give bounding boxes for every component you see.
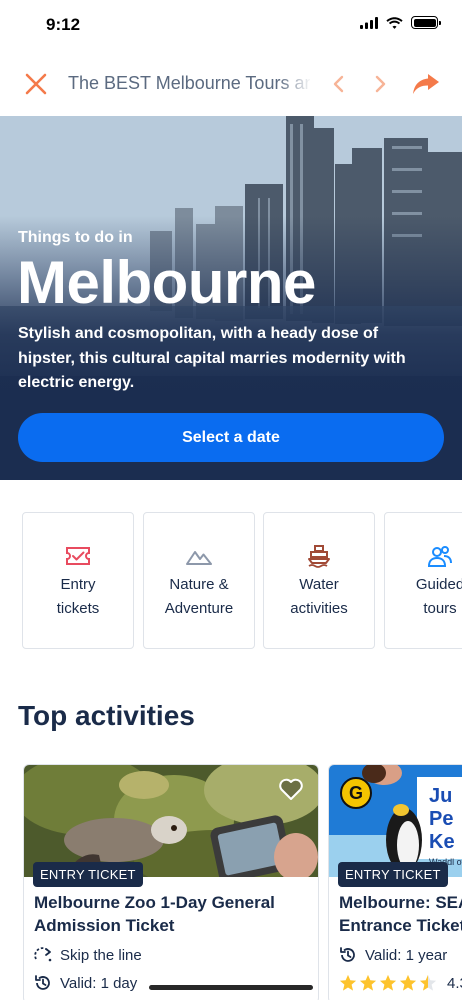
- feature-skip-line: Skip the line: [34, 944, 142, 966]
- category-label: Adventure: [164, 600, 234, 617]
- star-icon: [359, 974, 377, 991]
- hero-kicker: Things to do in: [18, 229, 133, 246]
- chevron-left-icon: [333, 75, 344, 93]
- select-date-button[interactable]: Select a date: [18, 413, 444, 462]
- image-headline: Ju Pe Ke: [429, 785, 455, 853]
- clock-icon: [34, 974, 52, 992]
- category-card-guided-tours[interactable]: Guided tours: [384, 512, 462, 649]
- wifi-icon: [386, 16, 403, 29]
- share-arrow-icon: [413, 74, 439, 94]
- category-carousel[interactable]: Entry tickets Nature & Adventure Water a…: [0, 512, 462, 650]
- rating-row: 4.3: [339, 972, 462, 994]
- signal-icon: [360, 16, 378, 29]
- section-title: Top activities: [18, 700, 195, 731]
- image-overlay-text: Ju Pe Ke: [429, 785, 462, 854]
- group-icon: [427, 543, 453, 569]
- category-label: activities: [290, 600, 348, 617]
- feature-text: Valid: 1 year: [365, 946, 448, 964]
- ticket-icon: [65, 543, 91, 569]
- category-card-entry-tickets[interactable]: Entry tickets: [22, 512, 134, 649]
- back-button[interactable]: [326, 70, 350, 98]
- browser-bar: The BEST Melbourne Tours and Things to D…: [0, 56, 462, 112]
- activity-title-line: Entrance Ticket: [339, 916, 462, 935]
- feature-validity: Valid: 1 year: [339, 944, 447, 966]
- clock-icon: [339, 946, 357, 964]
- activity-card-melbourne-zoo[interactable]: ENTRY TICKET Melbourne Zoo 1-Day General…: [23, 764, 319, 1000]
- activity-card-sea-life[interactable]: Ju Pe Ke Waddl of a Pe G ENTRY TICKET Me…: [328, 764, 462, 1000]
- half-star-icon: [419, 974, 437, 991]
- hero-city-title: Melbourne: [17, 249, 316, 316]
- share-button[interactable]: [410, 68, 442, 100]
- star-icon: [399, 974, 417, 991]
- feature-text: Skip the line: [60, 946, 142, 964]
- close-icon: [25, 73, 47, 95]
- lemur-photo: [24, 765, 318, 877]
- status-icons: [360, 16, 441, 29]
- category-label: Nature &: [169, 576, 229, 593]
- category-label: tours: [423, 600, 457, 617]
- mountain-icon: [186, 543, 212, 569]
- feature-validity: Valid: 1 day: [34, 972, 137, 994]
- category-label: tickets: [56, 600, 100, 617]
- activity-title: Melbourne: SEA LIFE Entrance Ticket: [339, 891, 462, 937]
- status-time: 9:12: [46, 15, 81, 34]
- activity-title-line: Melbourne Zoo 1-Day General: [34, 893, 275, 912]
- home-indicator: [149, 985, 313, 990]
- status-bar: 9:12: [0, 0, 462, 50]
- category-label: Water: [299, 576, 339, 593]
- entry-ticket-badge: ENTRY TICKET: [338, 862, 448, 887]
- hero-banner: Things to do in Melbourne Stylish and co…: [0, 116, 462, 480]
- activity-title: Melbourne Zoo 1-Day General Admission Ti…: [34, 891, 275, 937]
- battery-icon: [411, 16, 441, 29]
- star-icon: [379, 974, 397, 991]
- star-rating: [339, 974, 437, 992]
- chevron-right-icon: [375, 75, 386, 93]
- category-label: Guided: [415, 576, 462, 593]
- star-icon: [339, 974, 357, 991]
- boat-icon: [306, 543, 332, 569]
- feature-text: Valid: 1 day: [60, 974, 138, 992]
- page-title: The BEST Melbourne Tours and Things to D…: [68, 73, 310, 93]
- activity-title-line: Melbourne: SEA LIFE: [339, 893, 462, 912]
- logo-letter: G: [348, 782, 363, 803]
- skip-line-icon: [34, 946, 52, 964]
- activity-title-line: Admission Ticket: [34, 916, 175, 935]
- hero-description: Stylish and cosmopolitan, with a heady d…: [18, 325, 406, 391]
- category-label: Entry: [60, 576, 96, 593]
- close-button[interactable]: [22, 70, 50, 98]
- g-logo-badge: G: [340, 777, 372, 809]
- rating-value: 4.3: [447, 974, 462, 992]
- entry-ticket-badge: ENTRY TICKET: [33, 862, 143, 887]
- category-card-nature-adventure[interactable]: Nature & Adventure: [143, 512, 255, 649]
- heart-icon: [279, 778, 303, 800]
- forward-button[interactable]: [369, 70, 393, 98]
- wishlist-heart-button[interactable]: [278, 777, 304, 801]
- category-card-water-activities[interactable]: Water activities: [263, 512, 375, 649]
